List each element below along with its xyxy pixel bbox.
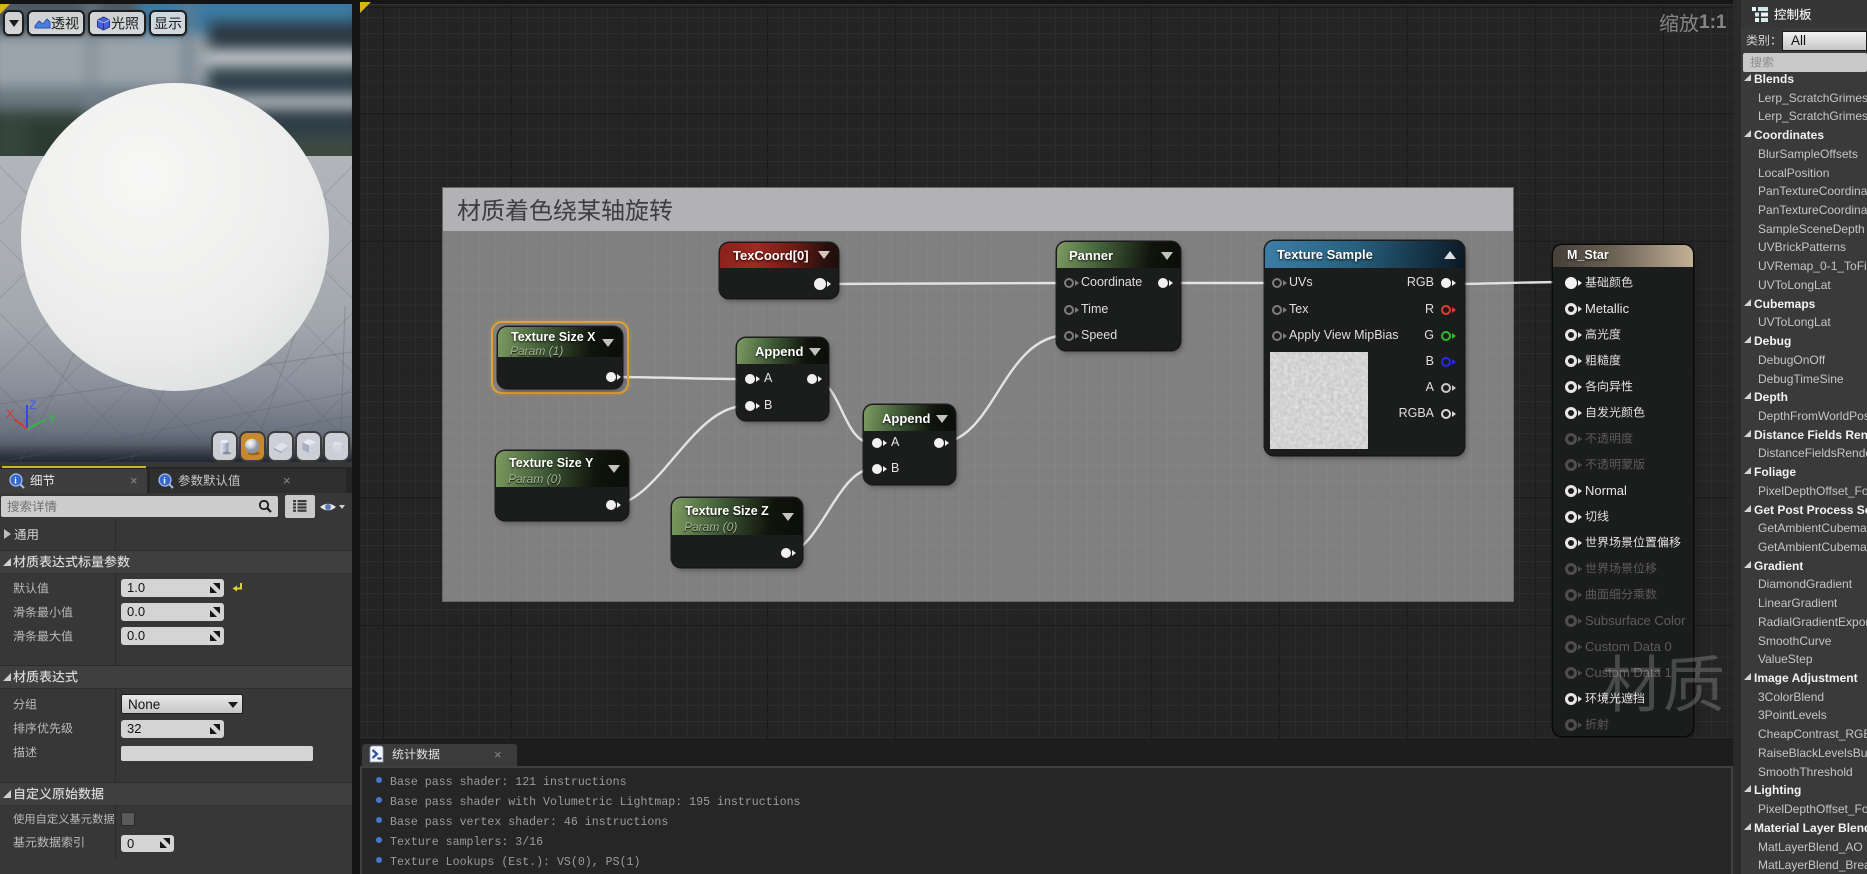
svg-text:Y: Y bbox=[48, 412, 56, 426]
svg-text:X: X bbox=[6, 407, 14, 421]
svg-text:Z: Z bbox=[29, 398, 36, 412]
